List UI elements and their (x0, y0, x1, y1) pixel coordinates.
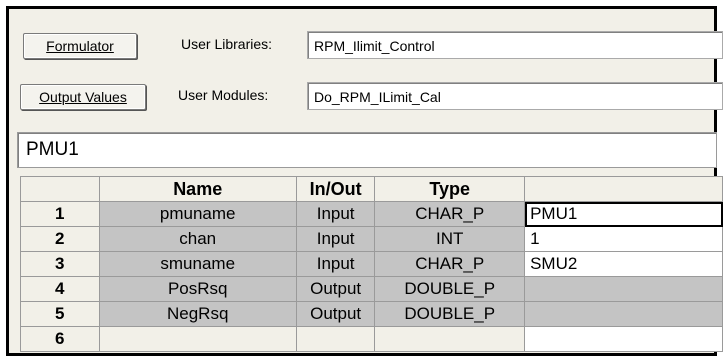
param-name-cell[interactable] (98, 326, 297, 352)
formulator-button-label: Formulator (46, 38, 114, 54)
param-inout-cell[interactable]: Input (295, 251, 376, 277)
param-type-cell[interactable]: CHAR_P (374, 201, 526, 227)
param-inout-cell[interactable] (295, 326, 376, 352)
param-name-cell[interactable]: smuname (98, 251, 297, 277)
param-name-cell[interactable]: PosRsq (98, 276, 297, 302)
user-libraries-label: User Libraries: (181, 36, 273, 52)
param-name-cell[interactable]: chan (98, 226, 297, 252)
row-number: 4 (20, 276, 100, 302)
value-column-header (524, 176, 723, 202)
inout-column-header: In/Out (295, 176, 376, 202)
param-type-cell[interactable]: INT (374, 226, 526, 252)
param-value-cell[interactable]: PMU1 (524, 201, 723, 227)
param-type-cell[interactable] (374, 326, 526, 352)
output-values-button-label: Output Values (39, 89, 127, 105)
table-row[interactable]: 6 (20, 326, 723, 352)
param-name-cell[interactable]: pmuname (98, 201, 297, 227)
param-value-cell[interactable]: 1 (524, 226, 723, 252)
param-value-cell[interactable] (524, 276, 723, 302)
table-row[interactable]: 3 smuname Input CHAR_P SMU2 (20, 251, 723, 277)
param-value-cell[interactable] (524, 326, 723, 352)
module-name-field[interactable]: PMU1 (17, 132, 717, 168)
param-inout-cell[interactable]: Output (295, 276, 376, 302)
param-value-cell[interactable]: SMU2 (524, 251, 723, 277)
type-column-header: Type (374, 176, 526, 202)
param-type-cell[interactable]: DOUBLE_P (374, 301, 526, 327)
row-number: 2 (20, 226, 100, 252)
name-column-header: Name (98, 176, 297, 202)
param-inout-cell[interactable]: Output (295, 301, 376, 327)
row-number: 5 (20, 301, 100, 327)
param-type-cell[interactable]: DOUBLE_P (374, 276, 526, 302)
table-row[interactable]: 1 pmuname Input CHAR_P PMU1 (20, 201, 723, 227)
row-number: 1 (20, 201, 100, 227)
row-number: 6 (20, 326, 100, 352)
row-number: 3 (20, 251, 100, 277)
user-modules-field[interactable]: Do_RPM_ILimit_Cal (307, 82, 723, 110)
row-number-header (20, 176, 100, 202)
table-row[interactable]: 4 PosRsq Output DOUBLE_P (20, 276, 723, 302)
param-name-cell[interactable]: NegRsq (98, 301, 297, 327)
parameters-grid: Name In/Out Type 1 pmuname Input CHAR_P … (20, 176, 723, 352)
param-inout-cell[interactable]: Input (295, 226, 376, 252)
output-values-button[interactable]: Output Values (20, 84, 146, 110)
param-type-cell[interactable]: CHAR_P (374, 251, 526, 277)
user-libraries-field[interactable]: RPM_Ilimit_Control (307, 31, 723, 59)
table-row[interactable]: 5 NegRsq Output DOUBLE_P (20, 301, 723, 327)
param-value-cell[interactable] (524, 301, 723, 327)
param-inout-cell[interactable]: Input (295, 201, 376, 227)
formulator-button[interactable]: Formulator (23, 33, 137, 59)
grid-header-row: Name In/Out Type (20, 176, 723, 202)
user-modules-label: User Modules: (178, 87, 269, 103)
table-row[interactable]: 2 chan Input INT 1 (20, 226, 723, 252)
